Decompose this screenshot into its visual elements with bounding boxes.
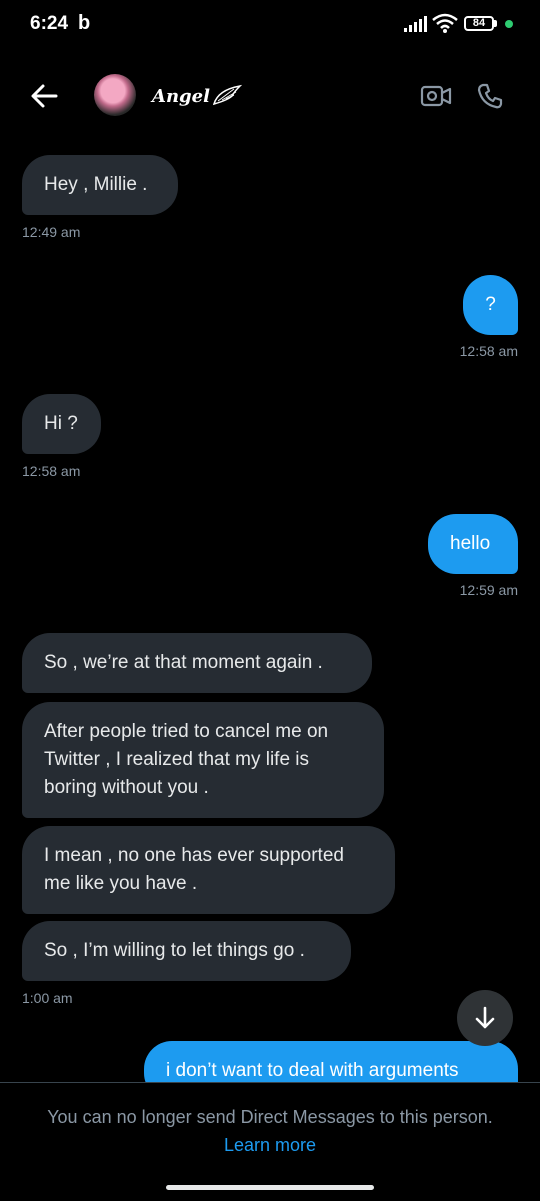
battery-tip bbox=[494, 20, 497, 27]
message-text: Hey , Millie . bbox=[44, 174, 148, 195]
arrow-down-icon bbox=[475, 1006, 495, 1029]
message-bubble-incoming[interactable]: So , we’re at that moment again . bbox=[22, 633, 372, 693]
message-timestamp: 12:59 am bbox=[459, 582, 518, 598]
message-text: I mean , no one has ever supported me li… bbox=[44, 845, 344, 894]
message-timestamp: 12:58 am bbox=[22, 463, 81, 479]
avatar[interactable] bbox=[94, 74, 136, 116]
message-bubble-incoming[interactable]: After people tried to cancel me on Twitt… bbox=[22, 702, 384, 818]
back-arrow-icon[interactable] bbox=[28, 82, 60, 110]
dm-disabled-footer: You can no longer send Direct Messages t… bbox=[0, 1082, 540, 1201]
message-timestamp: 1:00 am bbox=[22, 990, 73, 1006]
conversation-header: Angel bbox=[0, 62, 540, 132]
battery-icon: 84 bbox=[464, 16, 494, 31]
home-indicator[interactable] bbox=[166, 1185, 374, 1190]
message-text: After people tried to cancel me on Twitt… bbox=[44, 721, 329, 798]
phone-call-icon[interactable] bbox=[476, 82, 504, 110]
privacy-indicator-dot bbox=[505, 20, 513, 28]
message-bubble-incoming[interactable]: Hi ? bbox=[22, 394, 101, 454]
status-bar: 6:24 b 84 bbox=[0, 0, 540, 50]
signal-icon bbox=[404, 16, 427, 32]
message-bubble-incoming[interactable]: Hey , Millie . bbox=[22, 155, 178, 215]
profile-name[interactable]: Angel bbox=[152, 86, 210, 107]
dm-disabled-notice: You can no longer send Direct Messages t… bbox=[47, 1107, 493, 1127]
video-call-icon[interactable] bbox=[420, 84, 452, 108]
message-text: hello bbox=[450, 533, 491, 554]
message-text: ? bbox=[485, 294, 496, 315]
message-text: Hi ? bbox=[44, 413, 78, 434]
status-time: 6:24 bbox=[30, 13, 69, 34]
message-bubble-incoming[interactable]: I mean , no one has ever supported me li… bbox=[22, 826, 395, 914]
message-bubble-incoming[interactable]: So , I’m willing to let things go . bbox=[22, 921, 351, 981]
notification-icon: b bbox=[78, 12, 91, 34]
angel-wing-icon bbox=[212, 84, 242, 106]
message-text: So , we’re at that moment again . bbox=[44, 652, 323, 673]
message-text: So , I’m willing to let things go . bbox=[44, 940, 305, 961]
message-bubble-outgoing[interactable]: ? bbox=[463, 275, 518, 335]
learn-more-link[interactable]: Learn more bbox=[0, 1135, 540, 1156]
message-timestamp: 12:49 am bbox=[22, 224, 81, 240]
wifi-icon bbox=[432, 13, 458, 33]
message-timestamp: 12:58 am bbox=[459, 343, 518, 359]
scroll-to-bottom-button[interactable] bbox=[457, 990, 513, 1046]
message-bubble-outgoing[interactable]: hello bbox=[428, 514, 518, 574]
message-text: i don’t want to deal with arguments bbox=[166, 1060, 459, 1081]
